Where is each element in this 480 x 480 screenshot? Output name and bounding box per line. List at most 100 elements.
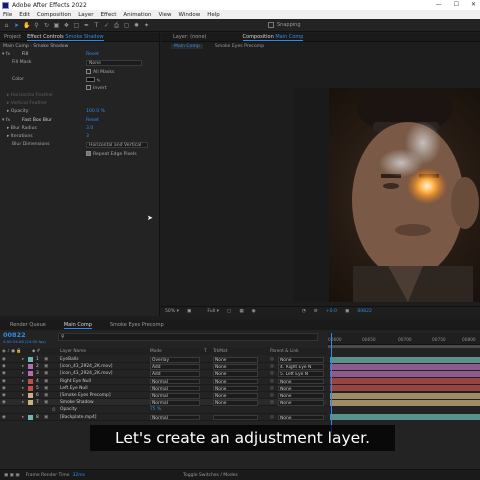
layer-track-bar[interactable] <box>330 399 480 406</box>
snapping-checkbox[interactable] <box>268 22 274 28</box>
label-color-swatch[interactable] <box>28 364 33 370</box>
repeat-edge-option[interactable]: Repeat Edge Pixels <box>86 151 137 157</box>
gear-icon[interactable]: ⚙ <box>314 309 318 314</box>
invert-option[interactable]: Invert <box>86 85 107 91</box>
expand-triangle-icon[interactable]: ▸ <box>22 371 24 376</box>
tab-effect-controls[interactable]: Effect Controls Smoke Shadow <box>27 34 104 41</box>
tab-project[interactable]: Project <box>4 34 21 40</box>
layer-row[interactable]: ◉ ▸ 8 ▣ [Backplate.mp4] Normal ◎ None <box>0 414 327 421</box>
menu-effect[interactable]: Effect <box>101 12 117 18</box>
layer-trkmat-dropdown[interactable]: None <box>213 357 258 363</box>
menu-composition[interactable]: Composition <box>37 12 71 18</box>
layer-parent-dropdown[interactable]: None <box>278 393 324 399</box>
layer-mode-dropdown[interactable]: Normal <box>150 385 200 391</box>
pickwhip-icon[interactable]: ◎ <box>270 357 274 362</box>
eye-icon[interactable]: ◉ <box>2 364 6 369</box>
label-color-swatch[interactable] <box>28 378 33 384</box>
home-icon[interactable]: ⌂ <box>3 22 10 29</box>
snapping-toggle[interactable]: Snapping <box>268 22 301 28</box>
pickwhip-icon[interactable]: ◎ <box>270 379 274 384</box>
col-layer-name[interactable]: Layer Name <box>60 349 86 354</box>
viewer-timecode[interactable]: 00822 <box>357 309 372 314</box>
expand-triangle-icon[interactable]: ▸ <box>22 393 24 398</box>
layer-row[interactable]: ◉ ▸ 7 ▣ Smoke Shadow Normal None ◎ None <box>0 399 327 407</box>
col-parent[interactable]: Parent & Link <box>270 349 299 354</box>
layer-track-bar[interactable] <box>330 363 480 370</box>
color-management-icon[interactable]: ◔ <box>302 309 306 314</box>
menu-window[interactable]: Window <box>179 12 201 18</box>
subtab-precomp[interactable]: Smoke Eyes Precomp <box>215 44 264 49</box>
col-trkmat[interactable]: TrkMat <box>213 349 227 354</box>
blur-dimensions-dropdown[interactable]: Horizontal and Vertical <box>86 142 148 148</box>
iterations-value[interactable]: 3 <box>86 134 89 139</box>
all-masks-checkbox[interactable] <box>86 69 91 74</box>
puppet-tool-icon[interactable]: ✦ <box>143 22 150 29</box>
layer-mode-dropdown[interactable]: Normal <box>150 414 200 420</box>
roto-brush-icon[interactable]: ✹ <box>133 22 140 29</box>
expand-triangle-icon[interactable]: ▸ <box>22 415 24 420</box>
menu-edit[interactable]: Edit <box>19 12 30 18</box>
layer-row[interactable]: ◉ ▸ 4 ▣ Right Eye Null Normal None ◎ None <box>0 378 327 385</box>
expand-triangle-icon[interactable]: ▸ <box>22 386 24 391</box>
layer-track-bar[interactable] <box>330 414 480 421</box>
label-color-swatch[interactable] <box>28 414 33 420</box>
playhead[interactable] <box>331 333 332 433</box>
layer-name[interactable]: [icon_43_2924_2K.mov] <box>60 364 113 369</box>
layer-trkmat-dropdown[interactable] <box>213 414 258 421</box>
layer-track-bar[interactable] <box>330 385 480 392</box>
stopwatch-icon[interactable]: ⏱ <box>52 407 55 413</box>
opacity-effect-value[interactable]: 100.0 % <box>86 109 105 114</box>
layer-name[interactable]: Right Eye Null <box>60 379 91 384</box>
pan-behind-tool-icon[interactable]: ❖ <box>63 22 70 29</box>
layer-name[interactable]: EyeBalls <box>60 357 79 362</box>
col-t[interactable]: T <box>204 349 207 354</box>
menu-help[interactable]: Help <box>207 12 220 18</box>
layer-track-bar[interactable] <box>330 378 480 385</box>
layer-track-bar[interactable] <box>330 371 480 377</box>
color-swatch-box[interactable] <box>86 77 95 82</box>
timeline-timecode[interactable]: 00822 <box>3 331 26 339</box>
eyedropper-icon[interactable]: ✎ <box>96 79 100 84</box>
layer-name[interactable]: [Smoke Eyes Precomp] <box>60 393 111 398</box>
layer-row[interactable]: ◉ ▸ 3 ▣ [icon_43_2924_2K.mov] Add None ◎ 5. Left… <box>0 370 327 378</box>
tab-layer[interactable]: Layer: (none) <box>173 34 207 40</box>
layer-trkmat-dropdown[interactable]: None <box>213 364 258 370</box>
tab-main-comp[interactable]: Main Comp <box>63 322 92 329</box>
layer-name[interactable]: Smoke Shadow <box>60 400 94 405</box>
time-ruler[interactable]: 00600 00650 00700 00750 00800 <box>328 333 480 345</box>
blur-radius-value[interactable]: 3.0 <box>86 126 93 131</box>
expand-triangle-icon[interactable]: ▸ <box>22 364 24 369</box>
layer-mode-dropdown[interactable]: Normal <box>150 393 200 399</box>
eye-icon[interactable]: ◉ <box>2 415 6 420</box>
opacity-property-value[interactable]: 75 % <box>150 407 161 412</box>
layer-trkmat-dropdown[interactable]: None <box>213 400 258 406</box>
layer-row[interactable]: ◉ ▸ 1 ▣ EyeBalls Overlay None ◎ None <box>0 356 327 364</box>
maximize-icon[interactable]: ☐ <box>454 1 459 8</box>
fill-reset-link[interactable]: Reset <box>86 52 99 57</box>
work-area-bar[interactable] <box>328 345 480 348</box>
timeline-search-input[interactable]: ⚲ <box>58 333 318 341</box>
pickwhip-icon[interactable]: ◎ <box>270 400 274 405</box>
tab-composition[interactable]: Composition Main Comp <box>242 34 304 41</box>
layer-parent-dropdown[interactable]: 5. Left Eye N <box>278 371 324 377</box>
label-color-swatch[interactable] <box>28 371 33 377</box>
pickwhip-icon[interactable]: ◎ <box>270 371 274 376</box>
layer-trkmat-dropdown[interactable]: None <box>213 371 258 377</box>
snapshot-icon[interactable]: ▣ <box>345 309 349 314</box>
layer-trkmat-dropdown[interactable]: None <box>213 378 258 384</box>
expand-triangle-icon[interactable]: ▸ <box>22 357 24 362</box>
layer-track-bar[interactable] <box>330 392 480 399</box>
zoom-tool-icon[interactable]: ⚲ <box>33 22 40 29</box>
layer-parent-dropdown[interactable]: None <box>278 400 324 406</box>
mask-visibility-icon[interactable]: ◉ <box>252 309 256 314</box>
blur-reset-link[interactable]: Reset <box>86 118 99 123</box>
composition-frame[interactable] <box>293 88 480 302</box>
pen-tool-icon[interactable]: ✒ <box>83 22 90 29</box>
zoom-dropdown[interactable]: 50% ▾ <box>165 309 179 314</box>
menu-view[interactable]: View <box>158 12 171 18</box>
region-icon[interactable]: ▢ <box>227 309 231 314</box>
rotate-tool-icon[interactable]: ↻ <box>43 22 50 29</box>
layer-trkmat-dropdown[interactable]: None <box>213 385 258 391</box>
expand-triangle-icon[interactable]: ▸ <box>22 400 24 405</box>
layer-mode-dropdown[interactable]: Overlay <box>150 357 200 363</box>
